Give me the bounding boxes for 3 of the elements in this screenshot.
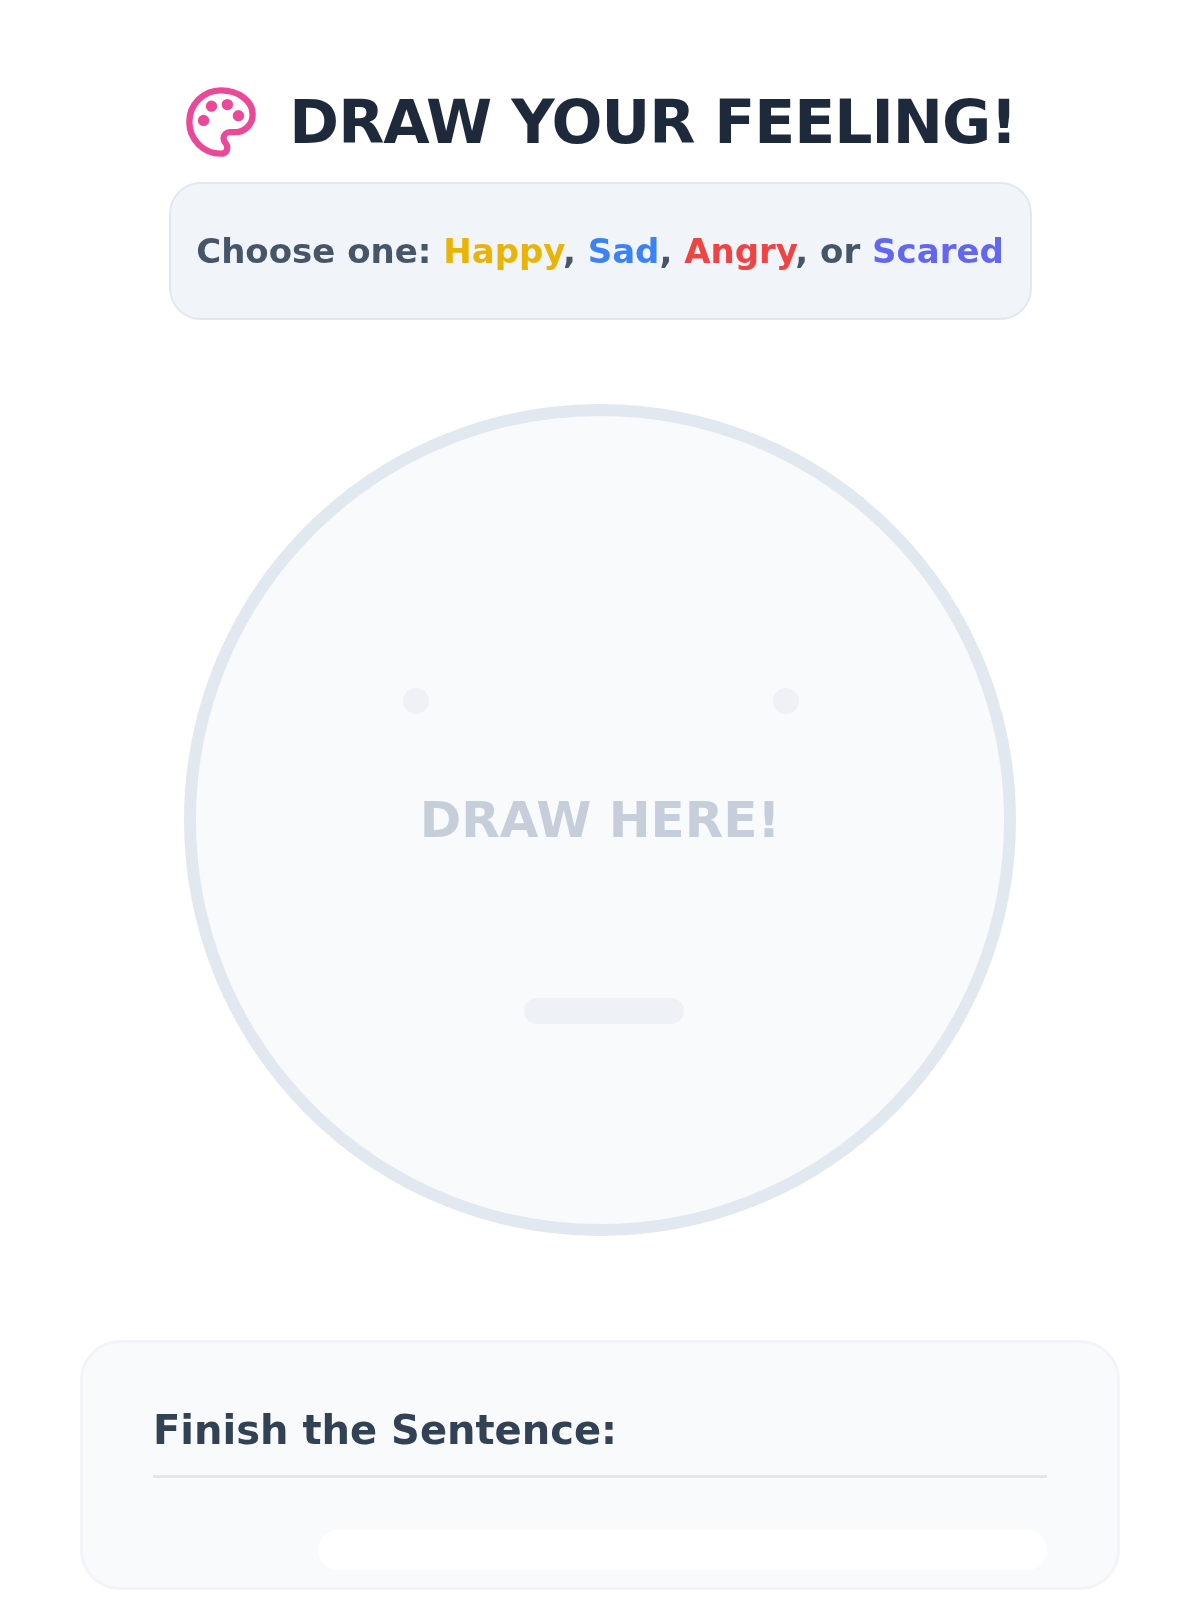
prompt-text: Choose one: Happy, Sad, Angry, or Scared — [196, 231, 1004, 271]
card-heading: Finish the Sentence: — [153, 1407, 1047, 1478]
page-title: DRAW YOUR FEELING! — [289, 87, 1017, 157]
